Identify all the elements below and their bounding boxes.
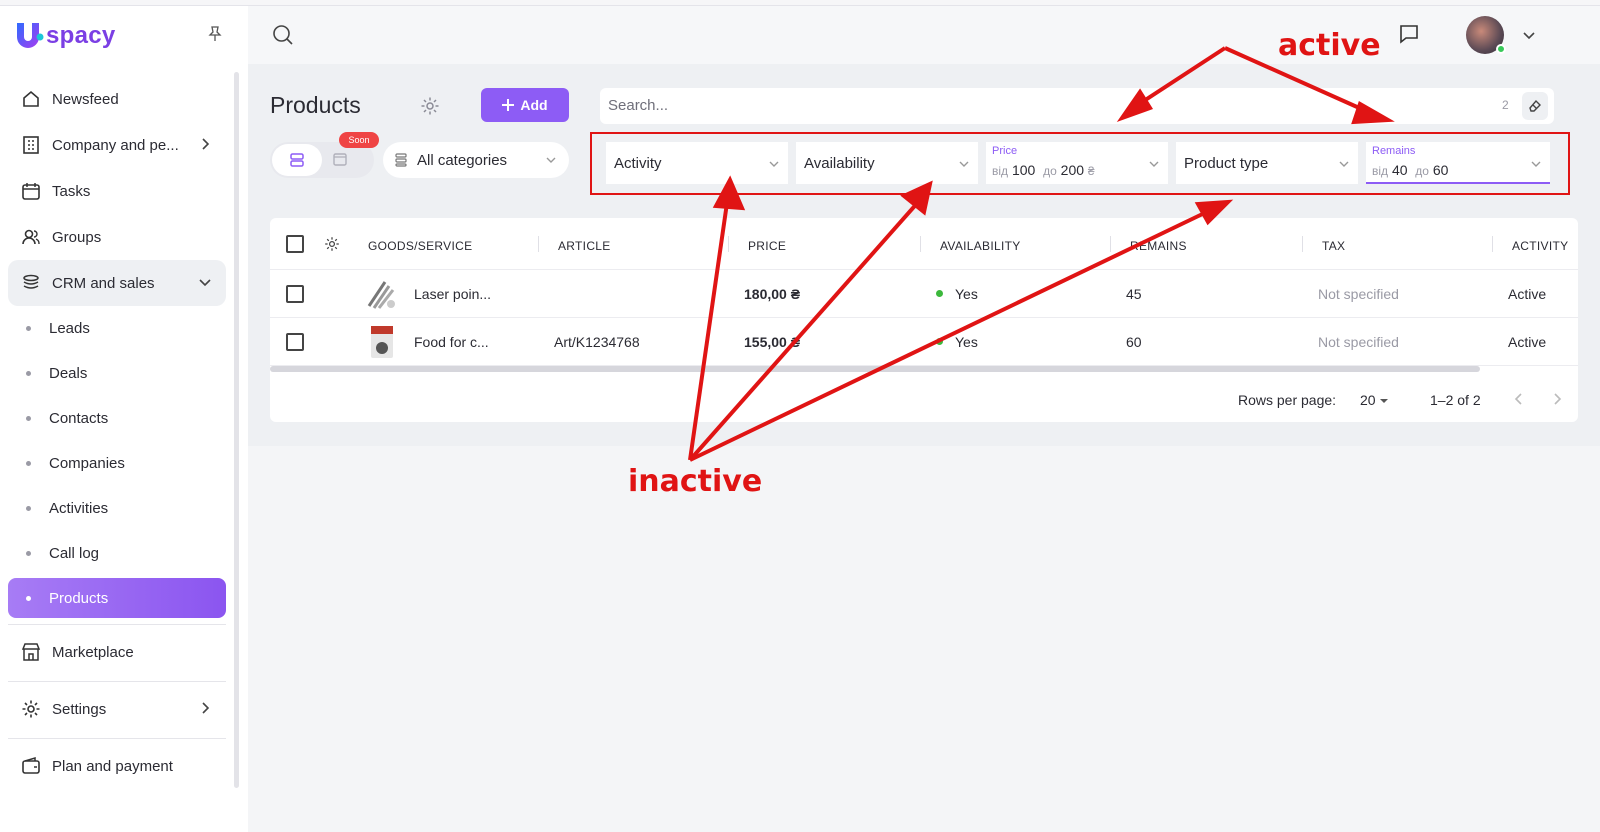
arrow-inactive-availability <box>688 198 922 462</box>
arrow-head <box>900 180 933 216</box>
annotation-active: active <box>1278 28 1381 63</box>
arrow-head <box>1194 199 1234 226</box>
arrow-inactive-product-type <box>689 206 1216 462</box>
arrow-head <box>1351 101 1395 125</box>
annotation-inactive: inactive <box>628 464 763 499</box>
arrow-head <box>1116 88 1154 122</box>
arrow-inactive-activity <box>688 195 730 461</box>
annotation-arrows <box>688 46 1395 462</box>
arrow-head <box>712 175 746 211</box>
